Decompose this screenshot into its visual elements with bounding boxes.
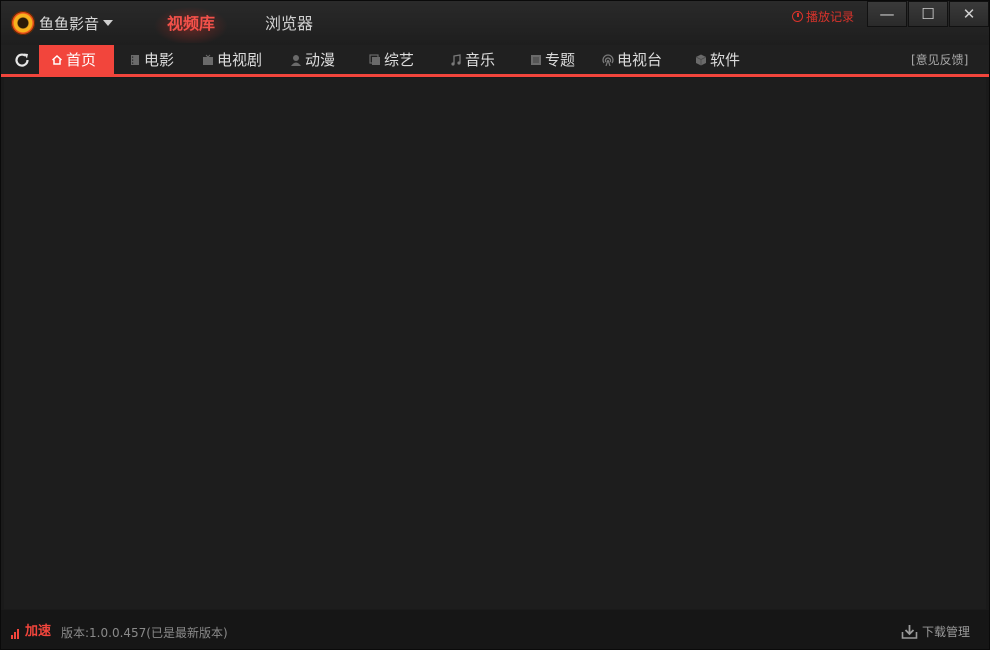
music-note-icon [451, 53, 461, 66]
clock-icon [792, 10, 803, 22]
content-area [4, 78, 986, 609]
nav-item-label: 综艺 [384, 51, 415, 69]
character-icon [291, 54, 301, 66]
nav-item-label: 电影 [144, 51, 175, 69]
tab-video-library[interactable]: 视频库 [151, 5, 232, 43]
film-icon [131, 54, 139, 65]
nav-item-home[interactable]: 首页 [39, 45, 115, 74]
download-icon [901, 624, 918, 639]
tab-browser[interactable]: 浏览器 [249, 5, 329, 43]
nav-item-label: 电视剧 [217, 51, 263, 69]
nav-item-topics[interactable]: 专题 [530, 45, 575, 74]
minimize-button[interactable]: — [867, 1, 907, 27]
download-manager-button[interactable]: 下载管理 [901, 621, 970, 641]
download-manager-label: 下载管理 [922, 624, 971, 639]
nav-item-music[interactable]: 音乐 [450, 45, 495, 74]
speedup-label: 加速 [25, 624, 52, 639]
speedup-button[interactable]: 加速 [11, 623, 51, 639]
nav-item-variety[interactable]: 综艺 [369, 45, 414, 74]
app-name: 鱼鱼影音 [39, 14, 100, 33]
nav-item-software[interactable]: 软件 [695, 45, 740, 74]
nav-item-anime[interactable]: 动漫 [290, 45, 335, 74]
app-window: 鱼鱼影音 视频库 浏览器 播放记录 — ☐ ✕ 首页 电影 电视剧 动漫 综艺 … [0, 0, 990, 650]
version-text: 版本:1.0.0.457(已是最新版本) [61, 626, 228, 640]
nav-item-label: 专题 [545, 51, 576, 69]
topic-icon [531, 54, 541, 65]
nav-accent-line [1, 74, 989, 77]
play-history-label: 播放记录 [806, 9, 855, 24]
variety-icon [369, 53, 380, 65]
home-icon [52, 54, 62, 65]
nav-item-tv-series[interactable]: 电视剧 [202, 45, 262, 74]
nav-item-label: 动漫 [305, 51, 336, 69]
maximize-button[interactable]: ☐ [908, 1, 948, 27]
nav-item-label: 电视台 [617, 51, 663, 69]
main-tabs: 视频库 浏览器 [151, 5, 329, 43]
nav-item-movies[interactable]: 电影 [129, 45, 174, 74]
broadcast-icon [602, 53, 614, 66]
app-menu-button[interactable]: 鱼鱼影音 [11, 11, 114, 35]
feedback-link[interactable]: [意见反馈] [911, 51, 968, 68]
nav-item-label: 音乐 [465, 51, 496, 69]
window-controls: — ☐ ✕ [866, 1, 989, 29]
nav-item-label: 软件 [710, 51, 741, 69]
fish-player-logo-icon [11, 11, 35, 35]
software-cube-icon [695, 54, 707, 65]
nav-item-tv-stations[interactable]: 电视台 [602, 45, 662, 74]
chevron-down-icon [103, 20, 114, 26]
tv-icon [203, 54, 213, 65]
nav-item-label: 首页 [66, 51, 97, 69]
refresh-icon[interactable] [13, 51, 31, 69]
play-history-link[interactable]: 播放记录 [792, 7, 854, 25]
close-button[interactable]: ✕ [949, 1, 989, 27]
signal-icon [11, 629, 20, 639]
